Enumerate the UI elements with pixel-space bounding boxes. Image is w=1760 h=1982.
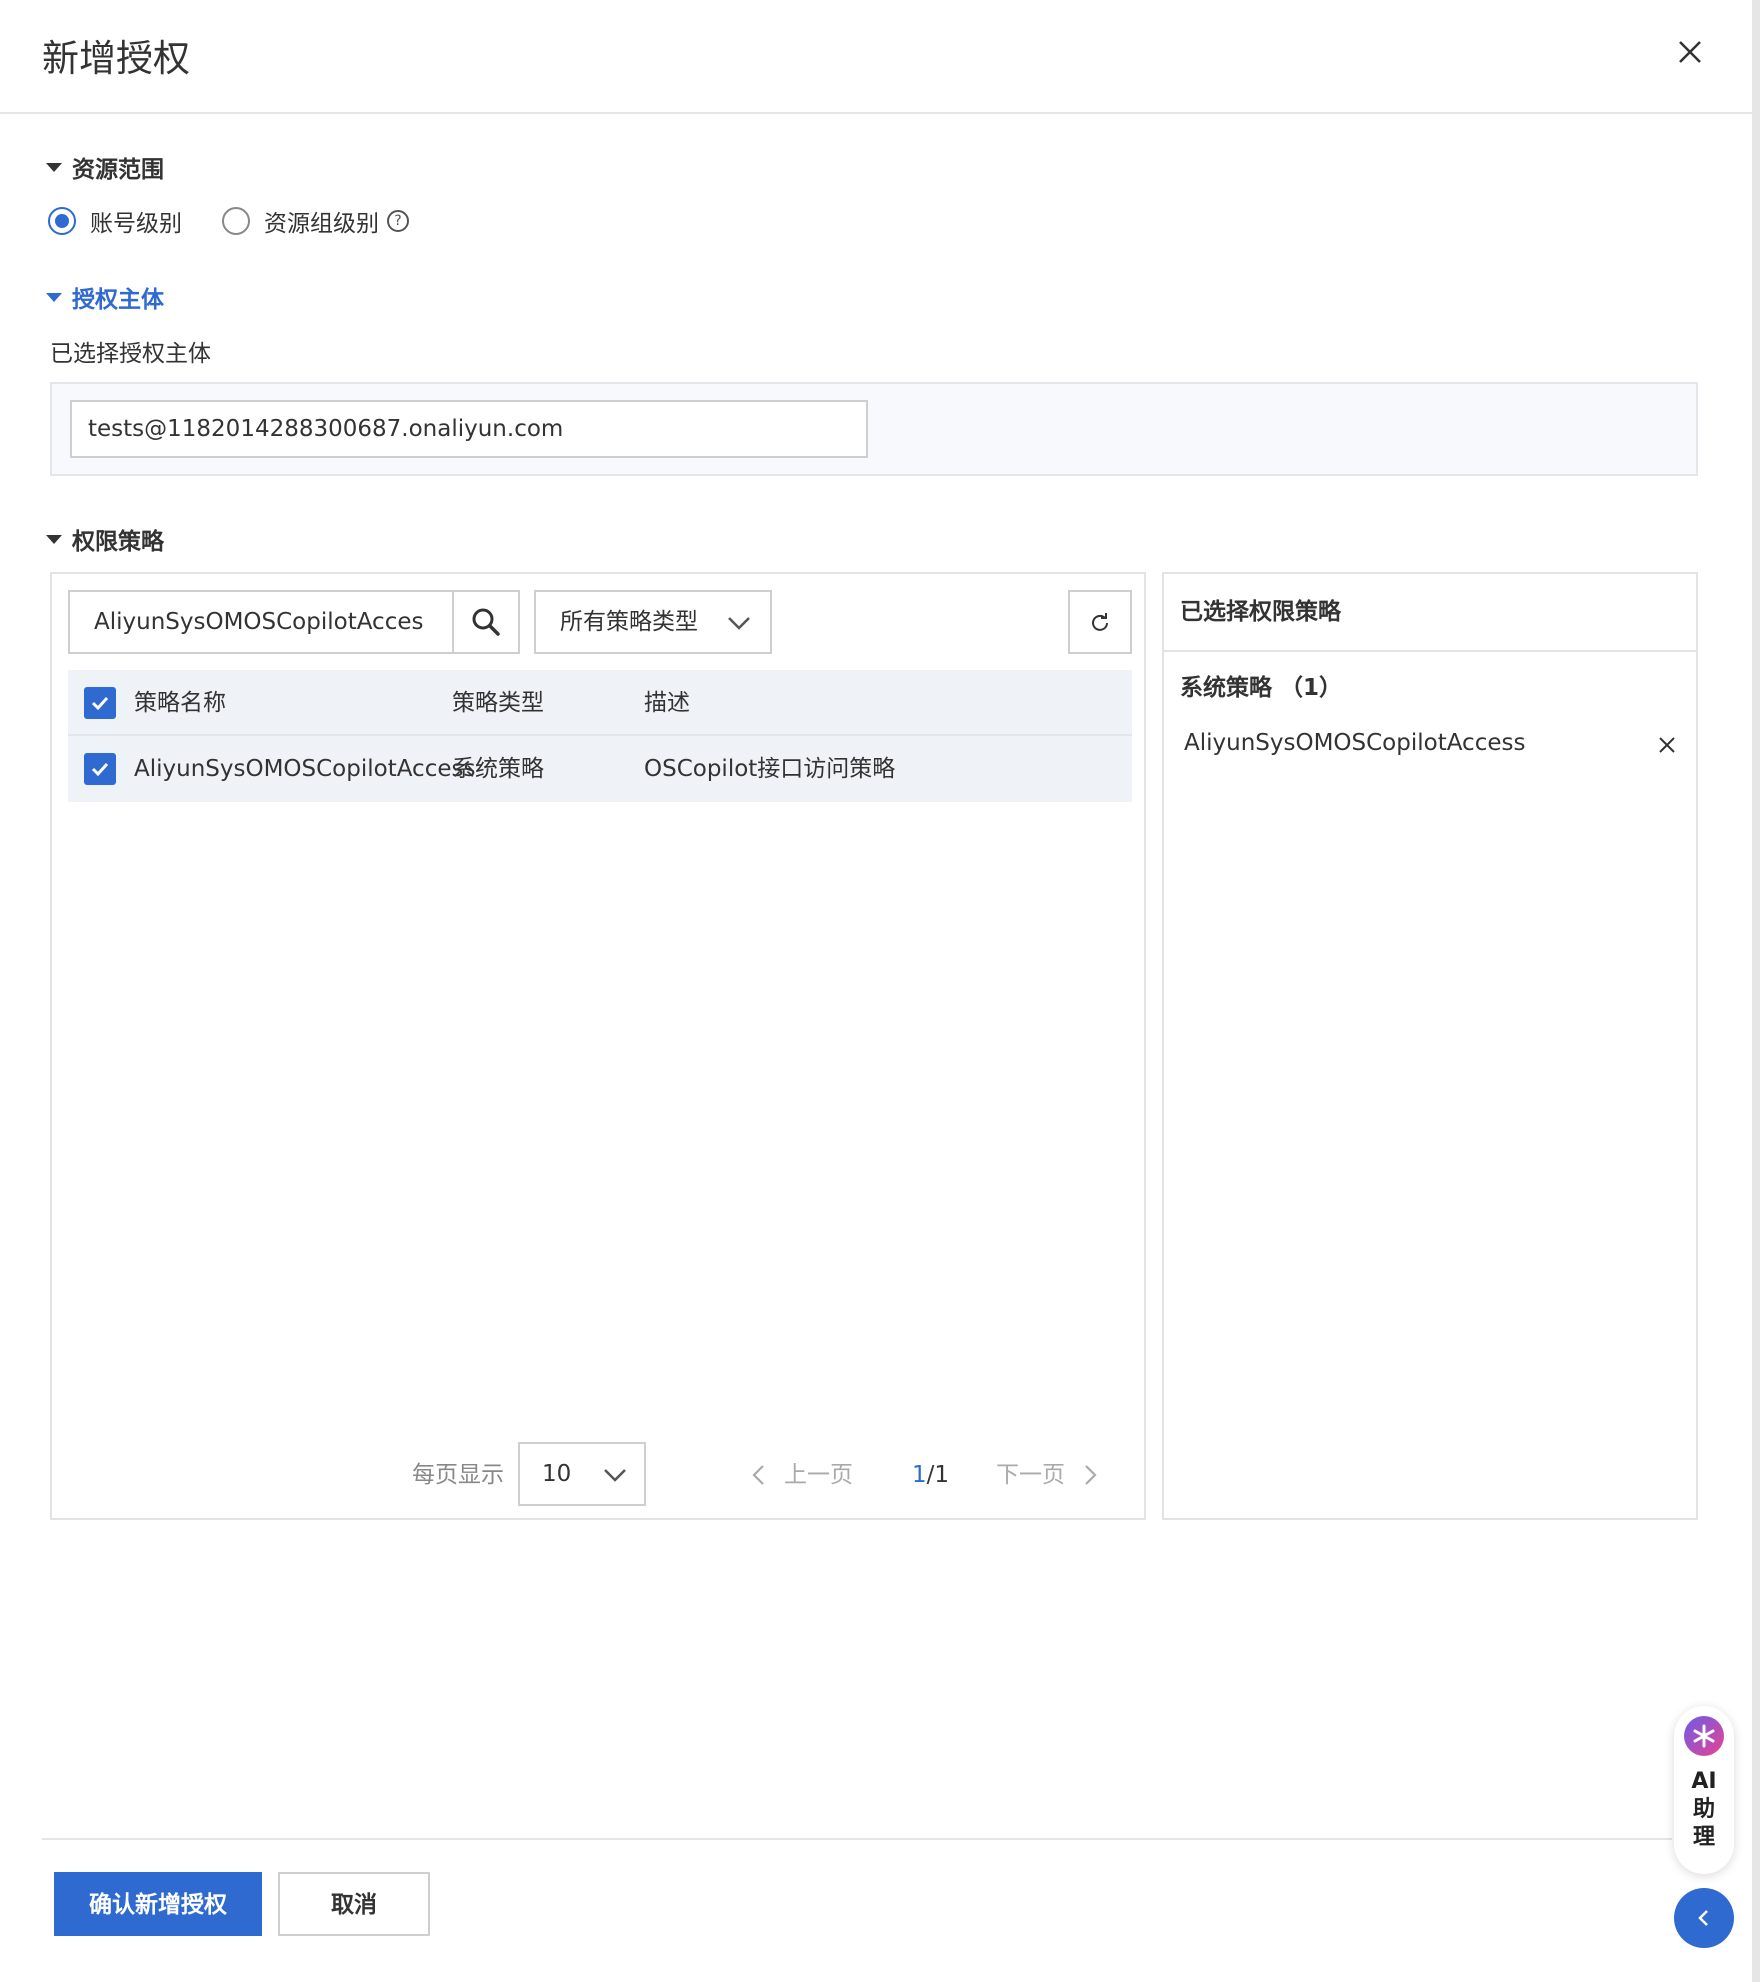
chevron-down-icon [728, 617, 750, 630]
ai-label-line: 理 [1692, 1825, 1715, 1850]
policy-type: 系统策略 [452, 756, 544, 782]
policy-table: 策略名称 策略类型 描述 AliyunSysOMOSCopilotAccess … [68, 670, 1132, 802]
ai-assistant-label: AI 助 理 [1674, 1768, 1734, 1852]
policy-name: AliyunSysOMOSCopilotAccess [134, 756, 476, 782]
page-indicator: 1/1 [912, 1442, 949, 1508]
policy-search-input[interactable]: AliyunSysOMOSCopilotAcces [68, 590, 452, 654]
help-icon[interactable]: ? [387, 210, 409, 232]
chevron-right-icon [1085, 1465, 1097, 1485]
caret-down-icon [46, 534, 62, 544]
resource-scope-options: 账号级别 资源组级别 ? [48, 204, 409, 238]
ai-label-line: 助 [1692, 1797, 1715, 1822]
authorization-dialog: 新增授权 资源范围 账号级别 资源组级别 ? 授权主体 已选择授权主体 test… [0, 0, 1752, 1982]
policies-heading: 权限策略 [72, 529, 164, 555]
radio-resource-group-level-label[interactable]: 资源组级别 [264, 204, 379, 238]
principal-box: tests@1182014288300687.onaliyun.com [50, 382, 1698, 476]
search-icon [472, 608, 500, 636]
per-page-label: 每页显示 [412, 1462, 504, 1488]
prev-page-label: 上一页 [784, 1462, 853, 1488]
selected-group-label: 系统策略 （1） [1180, 675, 1343, 701]
chevron-left-icon [1698, 1910, 1708, 1926]
dialog-title: 新增授权 [42, 37, 190, 80]
next-page-button[interactable]: 下一页 [996, 1442, 1101, 1508]
refresh-icon [1092, 613, 1108, 631]
policy-list-panel: AliyunSysOMOSCopilotAcces 所有策略类型 策略名称 策略… [50, 572, 1146, 1520]
confirm-button[interactable]: 确认新增授权 [54, 1872, 262, 1936]
resource-scope-toggle[interactable]: 资源范围 [44, 150, 164, 184]
current-page: 1 [912, 1462, 927, 1488]
radio-account-level[interactable] [48, 207, 76, 235]
policy-type-value: 所有策略类型 [560, 609, 698, 635]
chevron-left-icon [752, 1465, 764, 1485]
selected-policy-item: AliyunSysOMOSCopilotAccess [1184, 730, 1526, 756]
select-all-checkbox[interactable] [84, 687, 116, 719]
ai-assistant-button[interactable]: AI 助 理 [1674, 1706, 1734, 1874]
dialog-header: 新增授权 [0, 0, 1752, 114]
page-size-select[interactable]: 10 [518, 1442, 646, 1506]
table-row[interactable]: AliyunSysOMOSCopilotAccess 系统策略 OSCopilo… [68, 736, 1132, 802]
remove-icon[interactable] [1654, 732, 1680, 758]
cancel-button[interactable]: 取消 [278, 1872, 430, 1936]
column-header-description: 描述 [644, 690, 690, 716]
prev-page-button[interactable]: 上一页 [748, 1442, 853, 1508]
resource-scope-heading: 资源范围 [72, 157, 164, 183]
selected-policies-panel: 已选择权限策略 系统策略 （1） AliyunSysOMOSCopilotAcc… [1162, 572, 1698, 1520]
search-button[interactable] [452, 590, 520, 654]
chevron-down-icon [604, 1469, 626, 1482]
scrollbar-track[interactable] [1752, 0, 1760, 1982]
policy-description: OSCopilot接口访问策略 [644, 756, 896, 782]
principal-heading: 授权主体 [72, 287, 164, 313]
ai-label-line: AI [1691, 1769, 1717, 1794]
policy-type-select[interactable]: 所有策略类型 [534, 590, 772, 654]
selected-principal-label: 已选择授权主体 [50, 341, 211, 367]
page-size-value: 10 [542, 1461, 572, 1487]
close-icon[interactable] [1672, 34, 1708, 70]
principal-toggle[interactable]: 授权主体 [44, 280, 164, 314]
radio-account-level-label[interactable]: 账号级别 [90, 204, 182, 238]
refresh-button[interactable] [1068, 590, 1132, 654]
total-pages: /1 [926, 1462, 950, 1488]
ai-logo-icon [1684, 1716, 1724, 1756]
caret-down-icon [46, 292, 62, 302]
selected-policies-title: 已选择权限策略 [1164, 574, 1696, 652]
principal-field[interactable]: tests@1182014288300687.onaliyun.com [70, 400, 868, 458]
policies-toggle[interactable]: 权限策略 [44, 522, 164, 556]
column-header-type: 策略类型 [452, 690, 544, 716]
check-icon [91, 762, 109, 777]
next-page-label: 下一页 [996, 1462, 1065, 1488]
check-icon [91, 696, 109, 711]
row-checkbox[interactable] [84, 753, 116, 785]
footer-divider [42, 1838, 1672, 1840]
collapse-button[interactable] [1674, 1888, 1734, 1948]
pagination: 每页显示 10 上一页 1/1 下一页 [52, 1442, 1148, 1508]
column-header-name: 策略名称 [134, 690, 226, 716]
caret-down-icon [46, 162, 62, 172]
radio-resource-group-level[interactable] [222, 207, 250, 235]
table-header: 策略名称 策略类型 描述 [68, 670, 1132, 736]
